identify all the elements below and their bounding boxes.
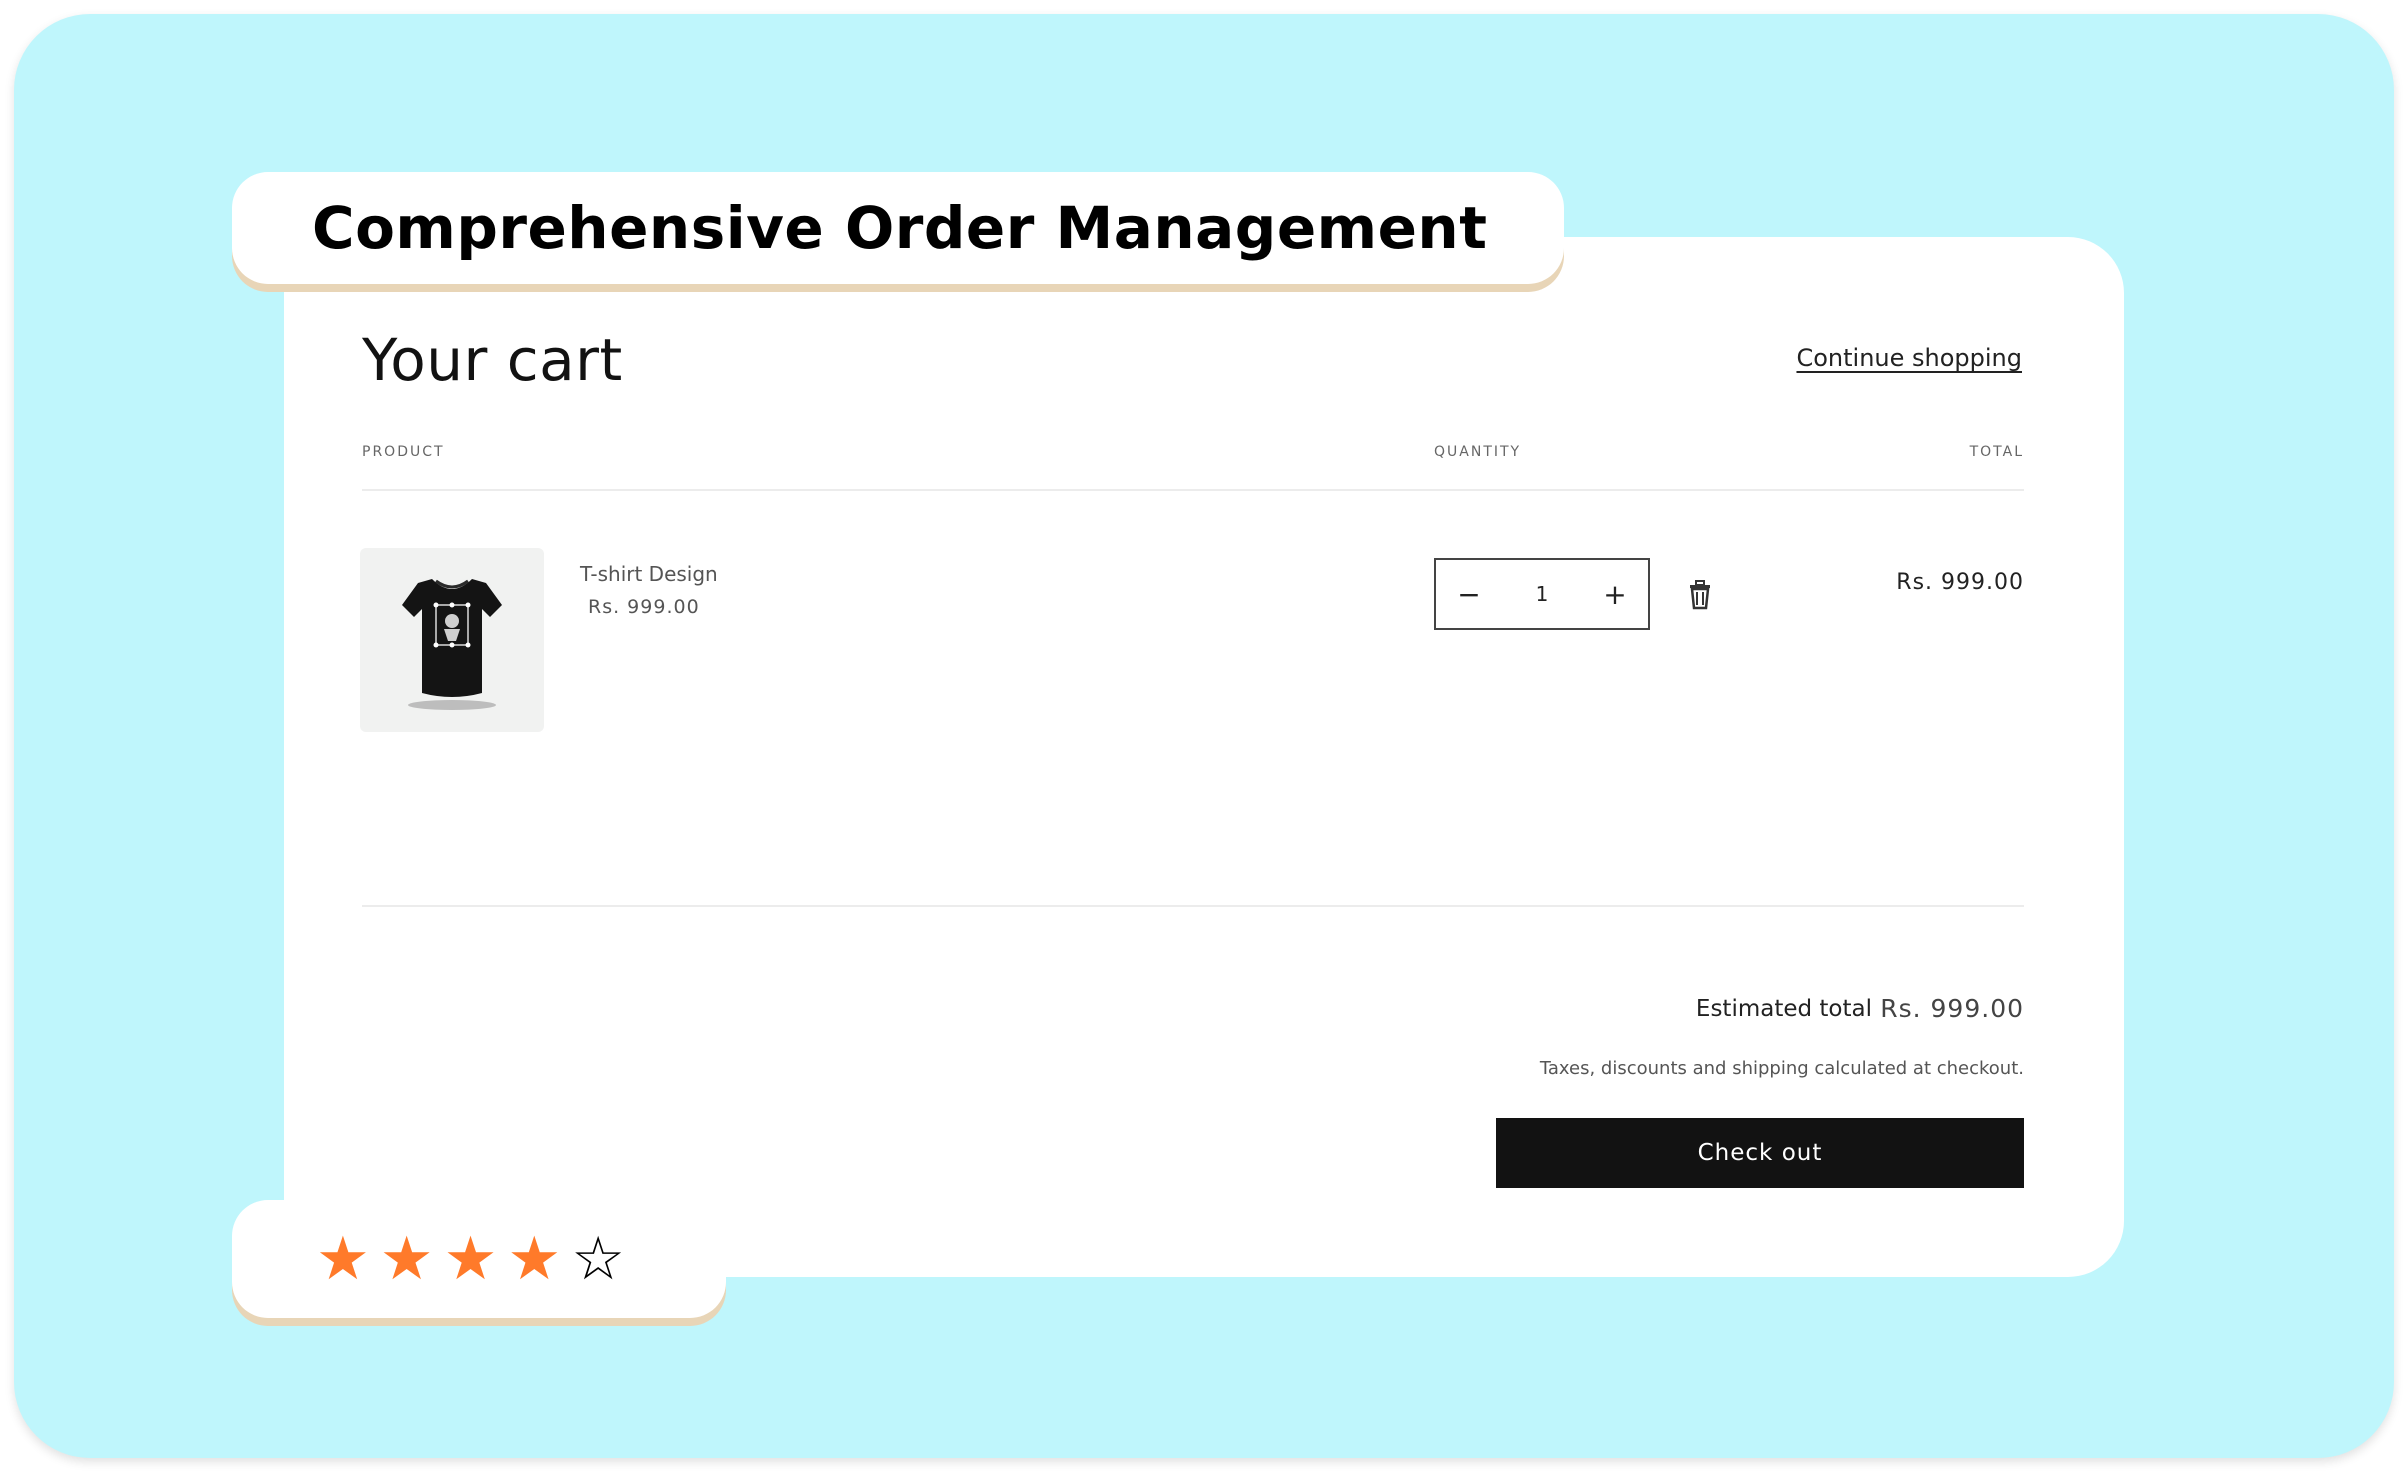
checkout-button[interactable]: Check out <box>1496 1118 2024 1188</box>
trash-icon <box>1690 580 1710 610</box>
line-item-total: Rs. 999.00 <box>1896 570 2024 595</box>
remove-item-button[interactable] <box>1686 580 1714 610</box>
product-name[interactable]: T-shirt Design <box>580 562 718 586</box>
column-header-product: PRODUCT <box>362 444 445 460</box>
quantity-stepper: − 1 + <box>1434 558 1650 630</box>
star-filled-icon: ★ <box>507 1224 562 1294</box>
feature-title: Comprehensive Order Management <box>312 194 1488 262</box>
cart-title: Your cart <box>362 326 623 394</box>
column-header-total: TOTAL <box>1969 444 2024 460</box>
star-filled-icon: ★ <box>316 1224 370 1294</box>
feature-banner: Comprehensive Order Management <box>232 172 1564 284</box>
product-unit-price: Rs. 999.00 <box>588 596 700 618</box>
star-filled-icon: ★ <box>379 1224 434 1294</box>
estimated-total-label: Estimated total <box>1695 996 1872 1022</box>
product-thumbnail[interactable] <box>360 548 544 732</box>
header-divider <box>362 489 2024 491</box>
rating-badge: ★ ★ ★ ★ ☆ <box>232 1200 726 1318</box>
column-header-quantity: QUANTITY <box>1434 444 1522 460</box>
estimated-total-value: Rs. 999.00 <box>1880 994 2024 1023</box>
decrease-quantity-button[interactable]: − <box>1436 560 1502 628</box>
quantity-input[interactable]: 1 <box>1502 582 1582 606</box>
increase-quantity-button[interactable]: + <box>1582 560 1648 628</box>
star-empty-icon: ☆ <box>571 1224 625 1294</box>
tshirt-icon <box>402 579 502 710</box>
continue-shopping-link[interactable]: Continue shopping <box>1796 344 2022 372</box>
tax-note: Taxes, discounts and shipping calculated… <box>1539 1058 2024 1079</box>
items-divider <box>362 905 2024 907</box>
star-filled-icon: ★ <box>443 1224 498 1294</box>
